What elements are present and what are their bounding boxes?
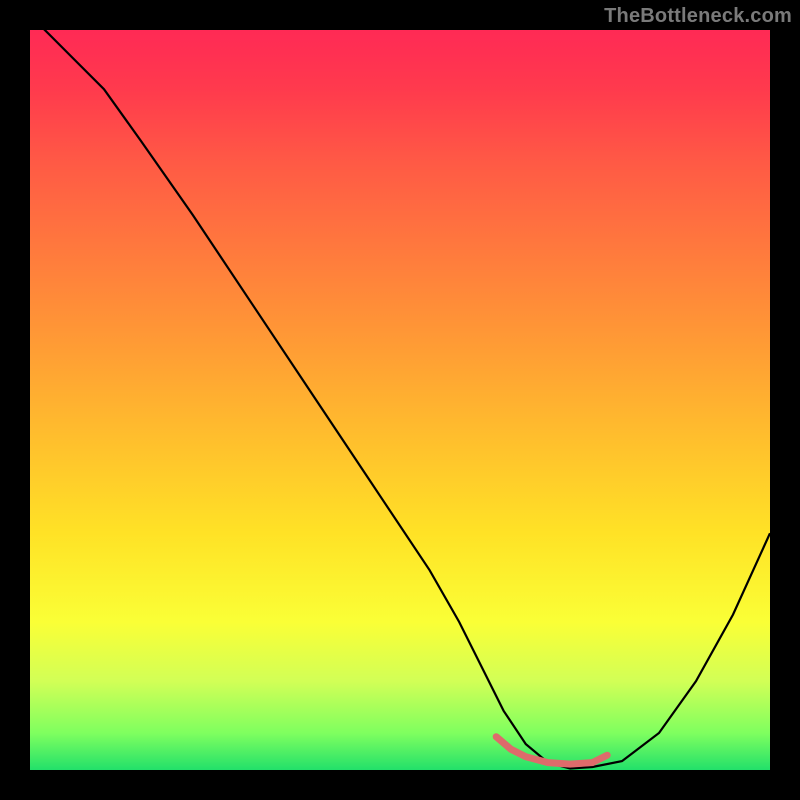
chart-stage: TheBottleneck.com bbox=[0, 0, 800, 800]
watermark-text: TheBottleneck.com bbox=[604, 5, 792, 28]
gradient-plot-area bbox=[30, 30, 770, 770]
